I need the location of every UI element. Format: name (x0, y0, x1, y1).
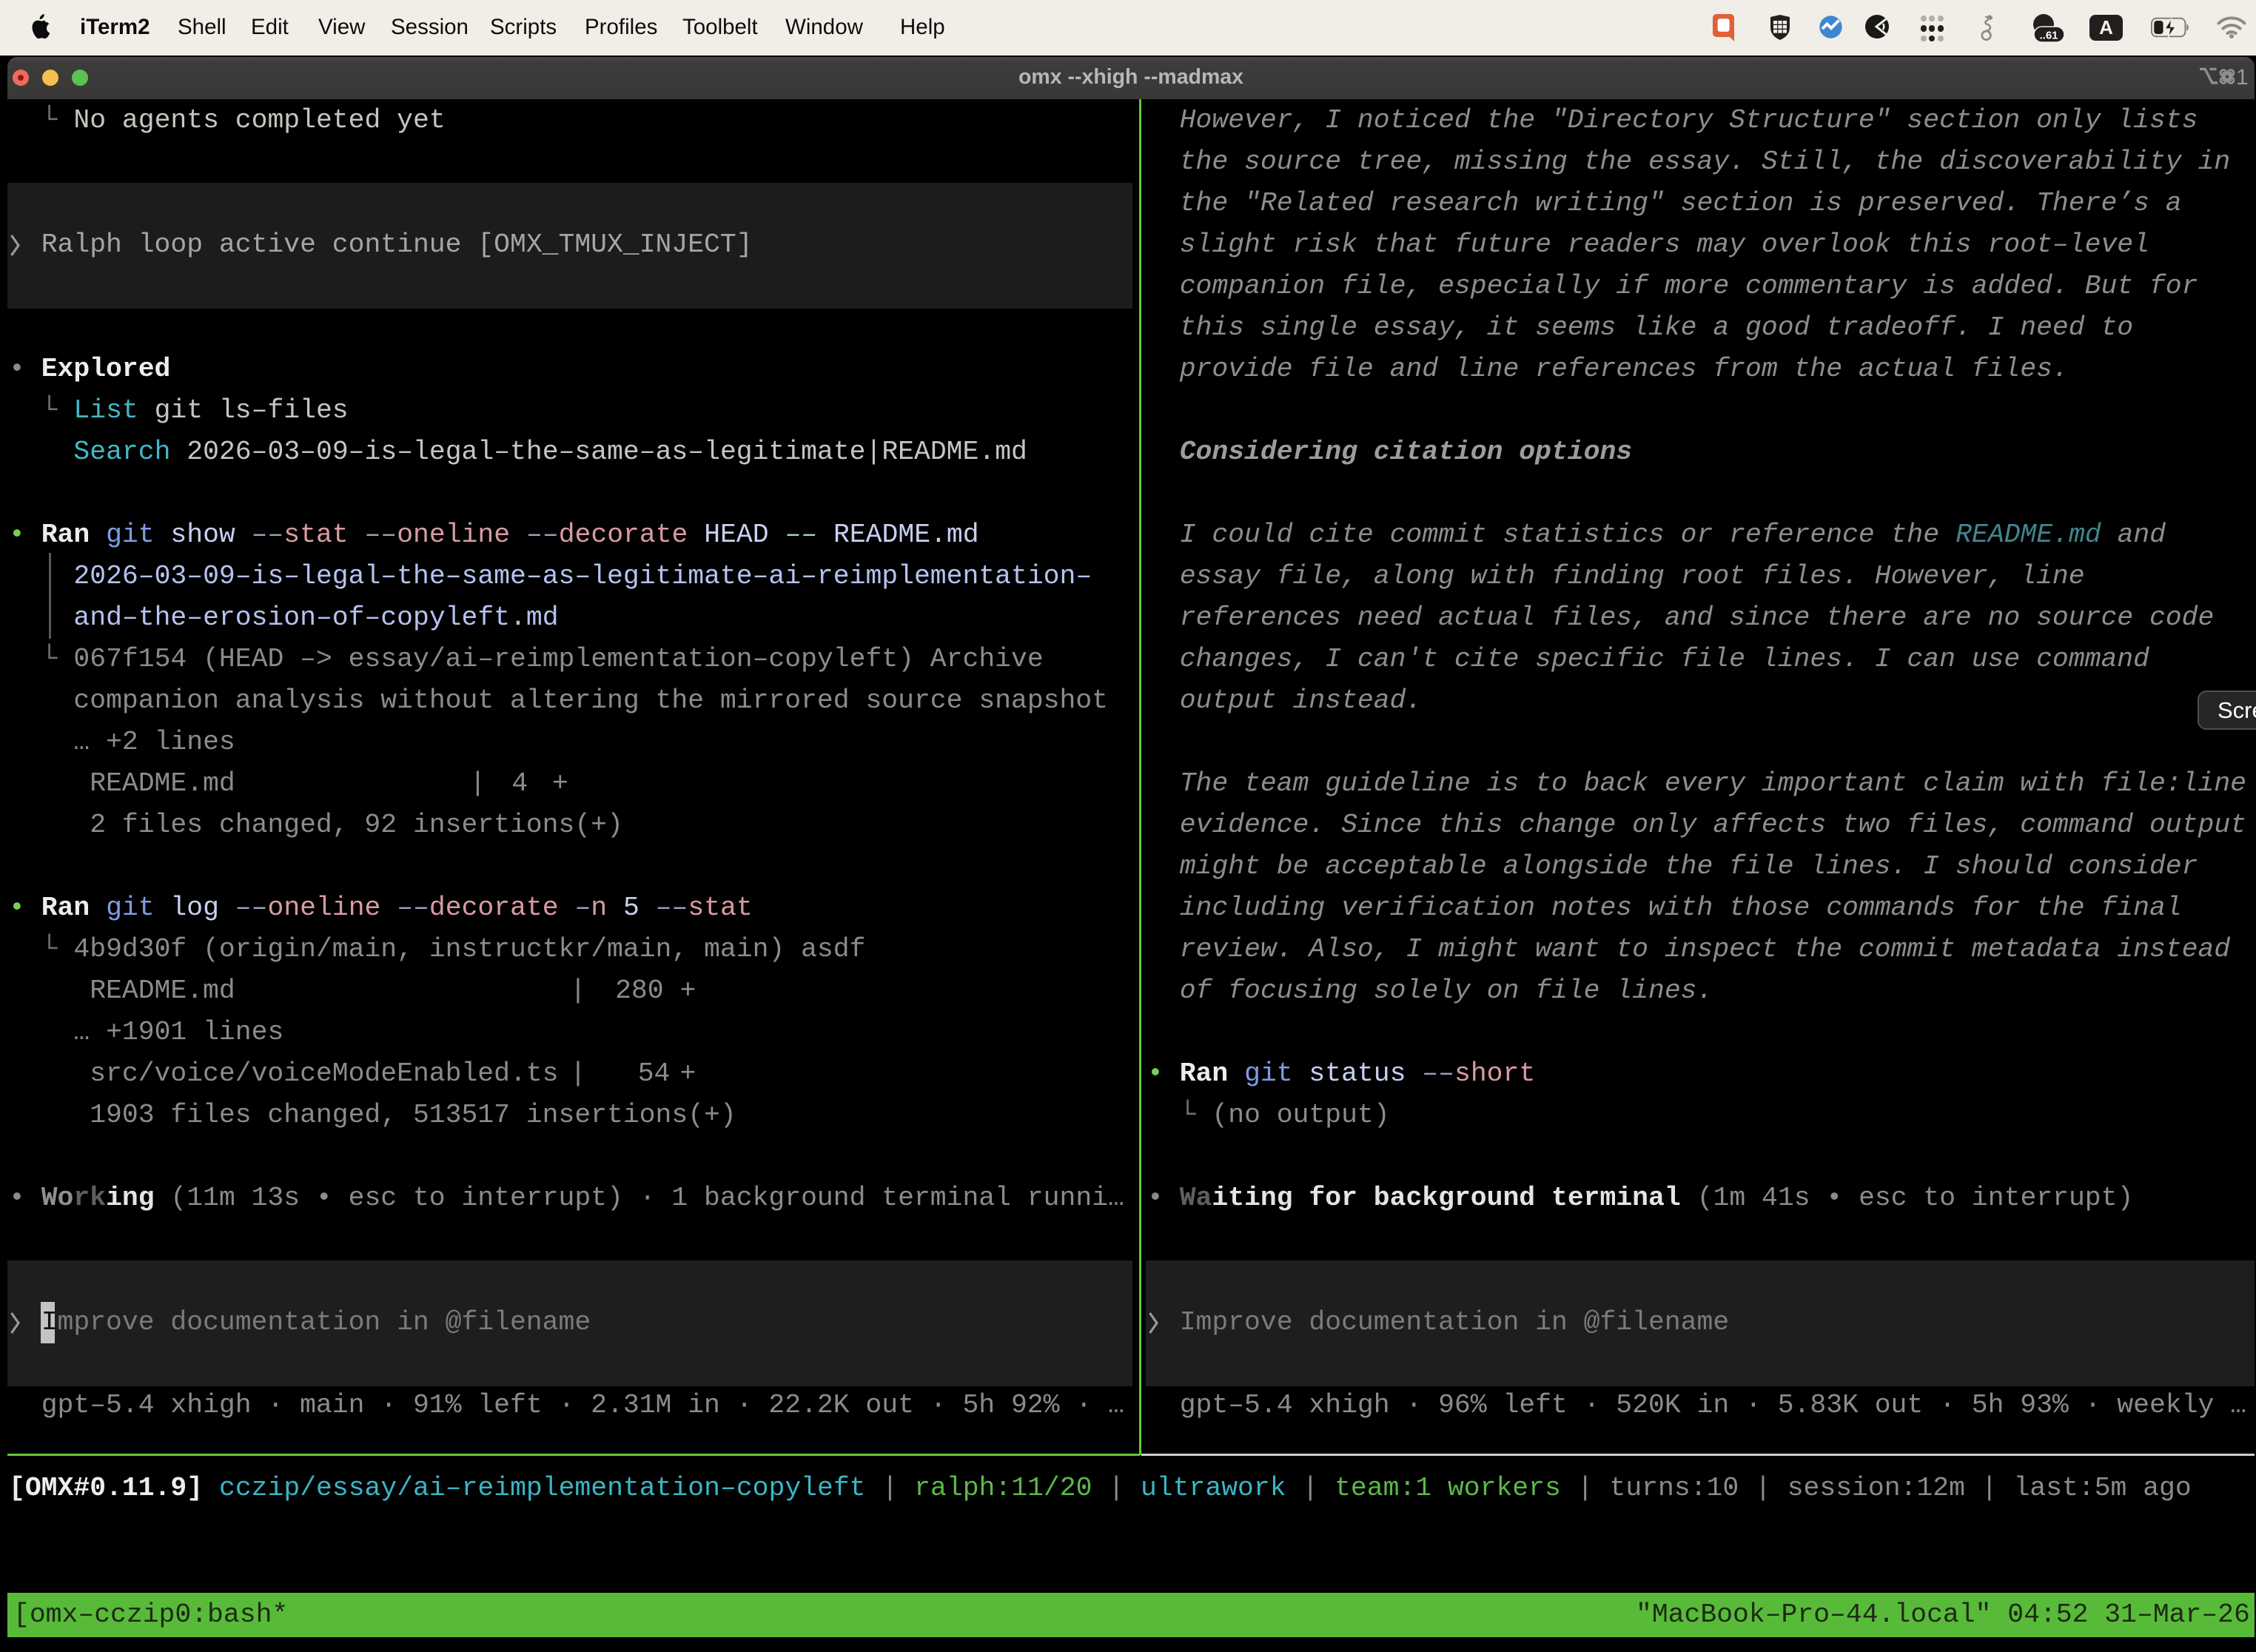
svg-text:..61: ..61 (2039, 30, 2058, 42)
